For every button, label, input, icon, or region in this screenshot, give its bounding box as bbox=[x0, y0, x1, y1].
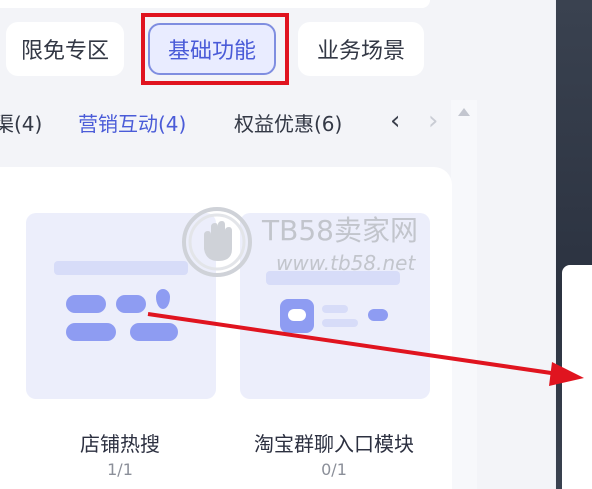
red-highlight-box bbox=[141, 13, 289, 85]
hand-logo-icon bbox=[182, 207, 252, 277]
item-count: 0/1 bbox=[321, 460, 347, 479]
subtab-marketing-interaction[interactable]: 营销互动(4) bbox=[78, 108, 186, 137]
tab-business-scenarios[interactable]: 业务场景 bbox=[298, 22, 424, 76]
scroll-up-icon[interactable] bbox=[458, 108, 470, 116]
watermark: TB58卖家网 www.tb58.net bbox=[180, 205, 420, 285]
watermark-url: www.tb58.net bbox=[276, 251, 416, 275]
widget-panel: 限免专区 基础功能 业务场景 渠(4) 营销互动(4) 权益优惠(6) ‹ › … bbox=[0, 0, 555, 489]
tab-label: 限免专区 bbox=[20, 39, 109, 64]
top-strip bbox=[0, 0, 430, 8]
chat-bubble-icon bbox=[280, 299, 314, 333]
subtab-bar: 渠(4) 营销互动(4) 权益优惠(6) ‹ › bbox=[0, 108, 450, 144]
item-title[interactable]: 店铺热搜 bbox=[80, 428, 160, 457]
tab-label: 业务场景 bbox=[316, 39, 405, 64]
subtab-channel[interactable]: 渠(4) bbox=[0, 108, 42, 137]
item-title[interactable]: 淘宝群聊入口模块 bbox=[254, 428, 414, 457]
background-card bbox=[562, 265, 592, 489]
subtab-rights-discounts[interactable]: 权益优惠(6) bbox=[234, 108, 342, 137]
watermark-brand: TB58卖家网 bbox=[262, 214, 418, 247]
chevron-left-icon[interactable]: ‹ bbox=[390, 108, 400, 134]
chevron-right-icon[interactable]: › bbox=[428, 108, 438, 134]
item-count: 1/1 bbox=[107, 460, 133, 479]
scrollbar[interactable] bbox=[451, 100, 477, 489]
tab-free-zone[interactable]: 限免专区 bbox=[6, 22, 124, 76]
